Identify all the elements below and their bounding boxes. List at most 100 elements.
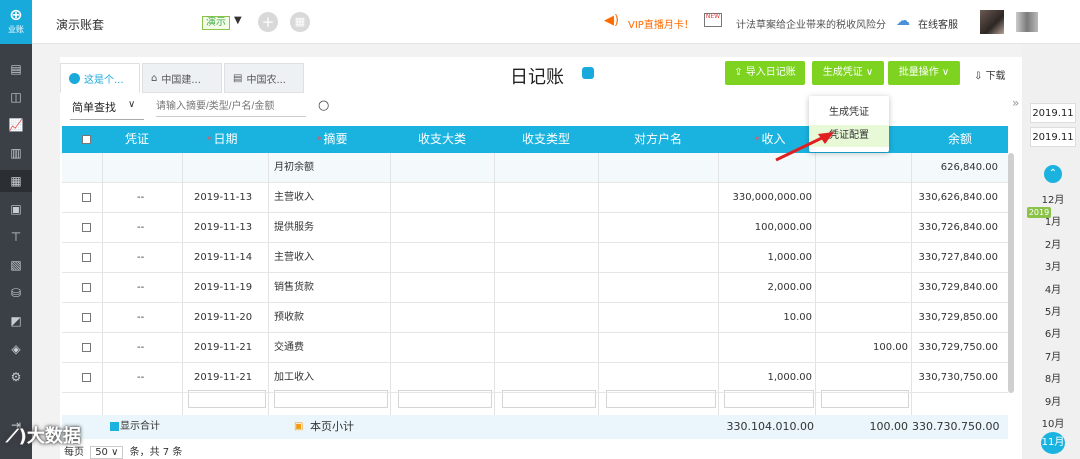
account-name[interactable]: 演示账套 xyxy=(56,16,104,33)
row-income: 100,000.00 xyxy=(754,222,812,233)
col-income-type[interactable]: 收支类型 xyxy=(494,126,598,153)
row-voucher[interactable]: -- xyxy=(137,183,144,213)
add-account-button[interactable]: + xyxy=(258,12,278,32)
journal-icon[interactable]: ▦ xyxy=(0,170,32,192)
row-balance: 330,729,750.00 xyxy=(918,342,998,353)
month-item[interactable]: 7月 xyxy=(1036,348,1070,363)
col-counterparty[interactable]: 对方户名 xyxy=(598,126,718,153)
download-label: 下载 xyxy=(985,71,1006,82)
row-checkbox[interactable] xyxy=(82,223,91,232)
month-item[interactable]: 2月 xyxy=(1036,236,1070,251)
month-item[interactable]: 5月 xyxy=(1036,303,1070,318)
table-row[interactable]: -- 2019-11-20 预收款 10.00 330,729,850.00 xyxy=(62,303,1008,333)
row-date: 2019-11-13 xyxy=(194,192,253,203)
search-icon[interactable]: ○ xyxy=(318,98,329,113)
row-balance: 330,726,840.00 xyxy=(918,222,998,233)
video-help-icon[interactable] xyxy=(582,67,594,79)
apps-grid-button[interactable]: ▦ xyxy=(290,12,310,32)
settings-icon[interactable]: ⚙ xyxy=(0,366,32,388)
month-item[interactable]: 12月 xyxy=(1036,191,1070,206)
generate-voucher-button[interactable]: 生成凭证 ∨ xyxy=(812,61,884,85)
row-voucher[interactable]: -- xyxy=(137,273,144,303)
table-row[interactable]: -- 2019-11-13 提供服务 100,000.00 330,726,840.00 xyxy=(62,213,1008,243)
scroll-up-icon[interactable]: ⌃ xyxy=(1044,165,1062,183)
month-item[interactable]: 8月 xyxy=(1036,370,1070,385)
row-summary: 主营收入 xyxy=(274,192,314,203)
table-row[interactable]: -- 2019-11-19 销售货款 2,000.00 330,729,840.00 xyxy=(62,273,1008,303)
chevron-down-icon[interactable]: ∨ xyxy=(128,99,135,110)
tab-account-1[interactable]: 这是个... xyxy=(60,63,140,93)
month-item[interactable]: 3月 xyxy=(1036,258,1070,273)
col-balance[interactable]: 余额 xyxy=(912,126,1008,153)
batch-label: 批量操作 xyxy=(898,67,939,78)
report-chart-icon[interactable]: 📈 xyxy=(0,114,32,136)
per-page-label: 每页 xyxy=(64,447,84,458)
vip-link[interactable]: VIP直播月卡！ xyxy=(628,16,694,31)
col-income-major[interactable]: 收支大类 xyxy=(390,126,494,153)
row-checkbox[interactable] xyxy=(82,373,91,382)
search-input[interactable] xyxy=(156,97,306,117)
assets-icon[interactable]: ▣ xyxy=(0,198,32,220)
ledger-icon[interactable]: ▤ xyxy=(0,58,32,80)
building-icon[interactable]: ▥ xyxy=(0,142,32,164)
customer-service-link[interactable]: 在线客服 xyxy=(918,16,958,31)
collapse-icon[interactable]: » xyxy=(1012,96,1019,110)
table-row[interactable]: -- 2019-11-21 交通费 100.00 330,729,750.00 xyxy=(62,333,1008,363)
row-checkbox[interactable] xyxy=(82,313,91,322)
show-total-checkbox[interactable] xyxy=(110,422,119,431)
news-ticker[interactable]: 计法草案给企业带来的税收风险分 xyxy=(736,16,886,31)
month-item[interactable]: 10月 xyxy=(1036,415,1070,430)
table-row[interactable]: -- 2019-11-14 主营收入 1,000.00 330,727,840.00 xyxy=(62,243,1008,273)
invoice-icon[interactable]: ▧ xyxy=(0,254,32,276)
import-journal-button[interactable]: ⇪ 导入日记账 xyxy=(725,61,805,85)
stamp-icon[interactable]: ⛁ xyxy=(0,282,32,304)
avatar[interactable] xyxy=(980,10,1004,34)
year-badge: 2019 xyxy=(1027,207,1051,218)
row-checkbox[interactable] xyxy=(82,193,91,202)
select-all-checkbox[interactable] xyxy=(82,135,91,144)
shield-icon[interactable]: ◈ xyxy=(0,338,32,360)
download-button[interactable]: ⇩ 下载 xyxy=(974,67,1006,82)
row-voucher[interactable]: -- xyxy=(137,333,144,363)
col-summary[interactable]: * 摘要 xyxy=(277,126,387,153)
row-date: 2019-11-19 xyxy=(194,282,253,293)
period-from[interactable]: 2019.11 xyxy=(1030,103,1076,123)
row-voucher[interactable]: -- xyxy=(137,243,144,273)
row-checkbox[interactable] xyxy=(82,343,91,352)
row-checkbox[interactable] xyxy=(82,283,91,292)
row-income: 1,000.00 xyxy=(767,252,812,263)
menu-item-generate-voucher[interactable]: 生成凭证 xyxy=(809,102,889,124)
period-to[interactable]: 2019.11 xyxy=(1030,127,1076,147)
document-icon[interactable]: ◩ xyxy=(0,310,32,332)
row-voucher[interactable]: -- xyxy=(137,303,144,333)
speaker-icon: ◀) xyxy=(604,13,620,28)
col-voucher[interactable]: 凭证 xyxy=(102,126,172,153)
row-expense xyxy=(822,213,908,243)
expense-total: 100.00 xyxy=(869,420,909,433)
tab-account-2[interactable]: ⌂ 中国建... xyxy=(142,63,222,93)
account-dropdown-icon[interactable]: ▼ xyxy=(234,15,242,26)
logo-text: 业账 xyxy=(8,25,24,34)
month-item[interactable]: 4月 xyxy=(1036,281,1070,296)
row-voucher[interactable]: -- xyxy=(137,213,144,243)
table-row[interactable]: -- 2019-11-13 主营收入 330,000,000.00 330,626,84… xyxy=(62,183,1008,213)
month-item[interactable]: 9月 xyxy=(1036,393,1070,408)
user-name-blurred[interactable] xyxy=(1016,12,1038,32)
month-active[interactable]: 11月 xyxy=(1041,432,1065,454)
row-checkbox[interactable] xyxy=(82,253,91,262)
row-summary: 提供服务 xyxy=(274,222,314,233)
voucher-icon[interactable]: ◫ xyxy=(0,86,32,108)
tab-account-3[interactable]: ▤ 中国农... xyxy=(224,63,304,93)
vertical-scrollbar[interactable] xyxy=(1008,153,1014,393)
tax-icon[interactable]: ⊤ xyxy=(0,226,32,248)
month-item[interactable]: 6月 xyxy=(1036,325,1070,340)
search-mode-select[interactable]: 简单查找 xyxy=(72,99,116,115)
generate-label: 生成凭证 xyxy=(822,67,863,78)
table-row[interactable]: -- 2019-11-21 加工收入 1,000.00 330,730,750.00 xyxy=(62,363,1008,393)
per-page-select[interactable]: 50 ∨ xyxy=(90,446,124,459)
app-logo[interactable]: ⊕ 业账 xyxy=(0,0,32,44)
card-icon: ▤ xyxy=(233,72,243,84)
row-voucher[interactable]: -- xyxy=(137,363,144,393)
batch-operation-button[interactable]: 批量操作 ∨ xyxy=(888,61,960,85)
col-date[interactable]: * 日期 xyxy=(182,126,262,153)
